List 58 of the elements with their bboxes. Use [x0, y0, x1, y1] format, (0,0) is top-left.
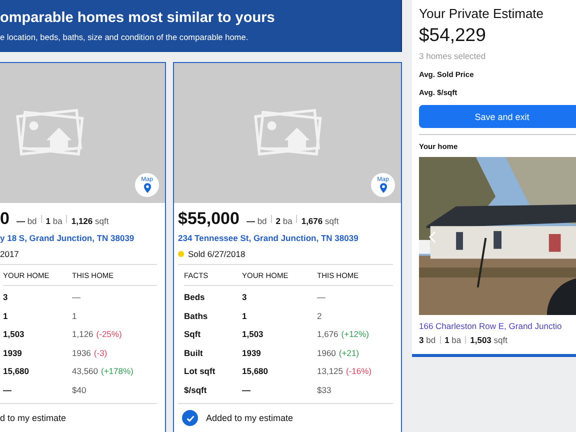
- table-cell-text: 1,676 (+12%): [317, 328, 370, 341]
- table-cell-text: 1939: [242, 346, 262, 360]
- table-cell-text: 1936 (-3): [72, 346, 108, 360]
- table-cell-text: 1,503: [242, 328, 264, 341]
- table-cell-text: 1939: [3, 346, 23, 360]
- table-cell-text: 1,503: [3, 328, 26, 341]
- estimate-status: d to my estimate: [0, 413, 66, 423]
- save-button[interactable]: Save and exit: [419, 105, 576, 128]
- home-stat: 1 ba: [46, 216, 62, 226]
- table-cell-text: 1,126 (-25%): [72, 328, 123, 341]
- table-cell-text: 15,680: [242, 365, 269, 378]
- sold-date: Sold 6/27/2018: [188, 248, 246, 258]
- table-cell-text: —: [72, 291, 82, 304]
- table-cell-text: Lot sqft: [184, 365, 216, 378]
- page-title: omparable homes most similar to yours: [0, 10, 276, 26]
- estimate-title: Your Private Estimate: [419, 6, 545, 21]
- table-cell-text: 3: [242, 291, 248, 304]
- address-link[interactable]: 166 Charleston Row E, Grand Junctio: [419, 321, 576, 331]
- table-cell-text: 1960 (+21): [317, 346, 360, 360]
- table-cell-text: $40: [72, 384, 88, 396]
- address-link[interactable]: 234 Tennessee St, Grand Junction, TN 38039: [178, 233, 397, 243]
- home-stat: 1,676 sqft: [301, 216, 339, 226]
- sold-date: 2017: [0, 248, 19, 258]
- table-cell-text: Baths: [184, 310, 209, 322]
- table-cell-text: 1: [3, 310, 9, 322]
- map-pin-icon: [144, 183, 150, 193]
- table-cell-text: 2: [317, 310, 323, 322]
- estimate-status: Added to my estimate: [206, 413, 294, 423]
- table-cell-text: 1: [242, 310, 248, 322]
- selected-count: 3 homes selected: [419, 51, 487, 61]
- table-cell-text: $/sqft: [184, 384, 208, 397]
- check-icon[interactable]: [182, 410, 198, 426]
- table-cell-text: —: [317, 291, 326, 304]
- home-stat: 2 ba: [276, 216, 292, 226]
- home-stat: 1 ba: [444, 335, 462, 345]
- table-cell-text: Sqft: [184, 328, 202, 341]
- estimate-amount: $54,229: [419, 24, 487, 46]
- table-cell-text: $33: [317, 384, 332, 396]
- table-cell-text: Beds: [184, 291, 206, 304]
- map-pin-icon: [380, 183, 386, 193]
- home-card[interactable]: [173, 62, 402, 432]
- home-stat: 3 bd: [419, 335, 436, 345]
- table-cell-text: —: [242, 384, 252, 396]
- table-cell-text: 15,680: [3, 365, 30, 378]
- sold-price: $55,000: [178, 209, 240, 229]
- address-link[interactable]: y 18 S, Grand Junction, TN 38039: [0, 233, 161, 243]
- home-stat: — bd: [246, 216, 267, 226]
- table-cell-text: 13,125 (-16%): [317, 365, 373, 378]
- home-stat: 1,126 sqft: [71, 216, 109, 226]
- page-subtitle: e location, beds, baths, size and condition of the comparable home.: [0, 32, 250, 42]
- table-cell-text: 1: [72, 310, 78, 322]
- home-stat: — bd: [16, 216, 37, 226]
- sold-price: 0: [0, 209, 10, 229]
- table-cell-text: 43,560 (+178%): [72, 365, 134, 378]
- table-cell-text: Built: [184, 346, 204, 360]
- table-cell-text: —: [3, 384, 12, 396]
- table-cell-text: 3: [3, 291, 9, 304]
- home-stat: 1,503 sqft: [470, 335, 508, 345]
